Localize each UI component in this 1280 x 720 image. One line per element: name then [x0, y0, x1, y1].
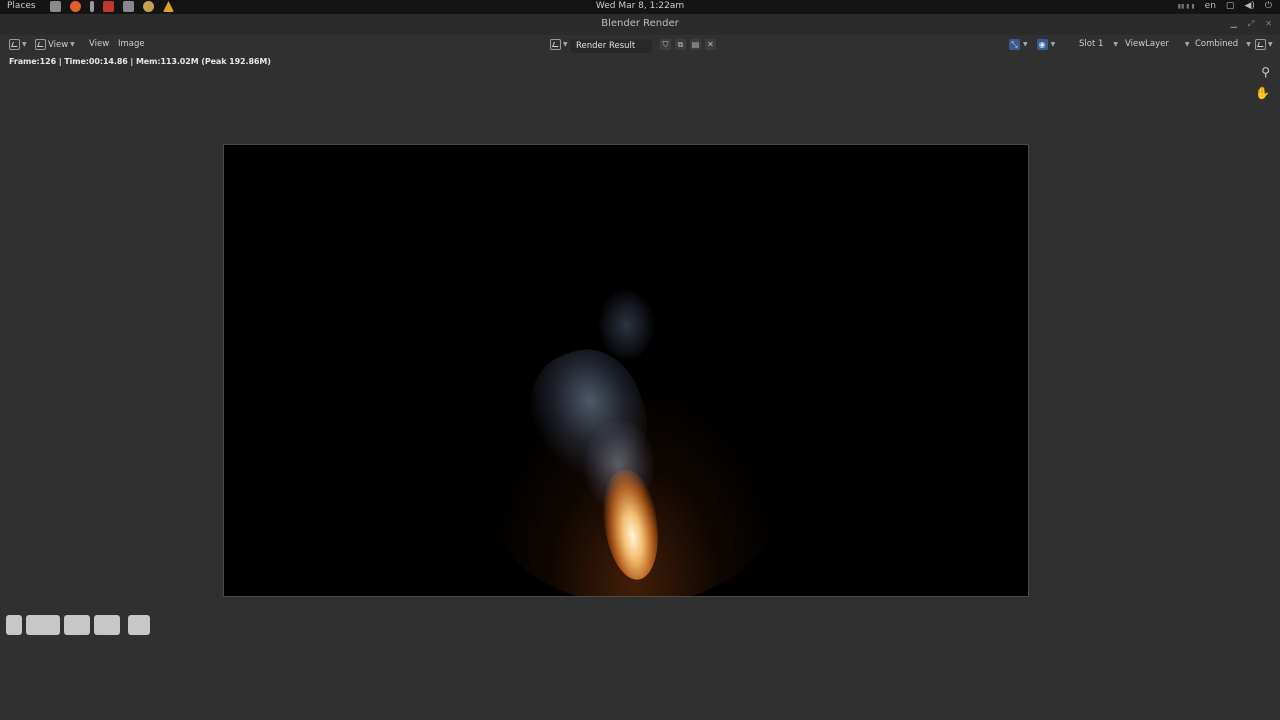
app-launcher-icon-3[interactable] — [90, 1, 94, 12]
image-name-field[interactable]: Render Result — [570, 39, 652, 53]
control-key-1[interactable] — [6, 615, 22, 635]
overlay-icon[interactable]: ◉ — [1036, 39, 1048, 50]
view-icon — [35, 39, 46, 50]
launcher-apps — [50, 1, 174, 12]
image-browse-icon — [550, 39, 561, 50]
smoke-top — [599, 290, 654, 360]
image-editor-header: ▼ View ▼ View Image ▼ Render Result ⛉ ⧉ … — [0, 35, 1280, 55]
power-icon[interactable]: ⏻ — [1265, 1, 1272, 11]
app-launcher-icon-5[interactable] — [123, 1, 134, 12]
chevron-down-icon: ▼ — [70, 41, 75, 48]
window-controls: ▁ ⤢ ✕ — [1231, 19, 1272, 29]
zoom-icon[interactable]: ⚲ — [1261, 65, 1270, 79]
image-editor-icon — [9, 39, 20, 50]
render-pass-label: Combined — [1195, 39, 1239, 49]
chevron-down-icon: ▼ — [1268, 41, 1273, 48]
control-key-2[interactable] — [26, 615, 60, 635]
volume-icon[interactable]: ◀) — [1244, 1, 1254, 11]
control-key-3[interactable] — [64, 615, 90, 635]
fake-user-shield-icon[interactable]: ⛉ — [660, 39, 671, 50]
vlc-icon[interactable] — [163, 1, 174, 12]
display-channels-icon — [1255, 39, 1266, 50]
image-menu[interactable]: Image — [118, 39, 145, 49]
app-launcher-icon-1[interactable] — [50, 1, 61, 12]
image-browse[interactable]: ▼ — [550, 39, 568, 50]
language-indicator[interactable]: en — [1205, 1, 1216, 11]
clock[interactable]: Wed Mar 8, 1:22am — [0, 1, 1280, 11]
app-launcher-icon-4[interactable] — [103, 1, 114, 12]
places-menu[interactable]: Places — [7, 1, 36, 11]
slot-label: Slot 1 — [1079, 39, 1104, 49]
window-titlebar: Blender Render ▁ ⤢ ✕ — [0, 14, 1280, 35]
chevron-down-icon: ▼ — [1023, 41, 1028, 48]
pan-hand-icon[interactable]: ✋ — [1255, 86, 1270, 100]
close-icon[interactable]: ✕ — [1265, 19, 1272, 29]
editor-type-selector[interactable]: ▼ — [9, 39, 27, 50]
open-folder-icon[interactable]: ▤ — [690, 39, 701, 50]
maximize-icon[interactable]: ⤢ — [1248, 19, 1254, 29]
control-key-5[interactable] — [128, 615, 150, 635]
system-tray: ▮▮ ▮ ▮ en ▢ ◀) ⏻ — [1178, 1, 1272, 11]
image-menu-label: Image — [118, 39, 145, 49]
bottom-left-controls — [6, 615, 150, 635]
new-image-icon[interactable]: ⧉ — [675, 39, 686, 50]
view-mode-dropdown[interactable]: View ▼ — [35, 39, 75, 50]
tool-toggles: ⤡ ▼ ◉ ▼ — [1009, 39, 1055, 50]
chevron-down-icon: ▼ — [1246, 40, 1251, 48]
chevron-down-icon: ▼ — [563, 41, 568, 48]
tray-indicator-icon[interactable]: ▮▮ ▮ ▮ — [1178, 3, 1195, 10]
minimize-icon[interactable]: ▁ — [1231, 19, 1237, 29]
system-top-bar: Places Wed Mar 8, 1:22am ▮▮ ▮ ▮ en ▢ ◀) … — [0, 0, 1280, 14]
sample-tool-icon[interactable]: ⤡ — [1009, 39, 1020, 50]
window-title: Blender Render — [601, 18, 679, 29]
render-pass-dropdown[interactable]: Combined ▼ — [1195, 39, 1251, 49]
view-mode-label: View — [48, 39, 69, 50]
chevron-down-icon: ▼ — [1113, 40, 1119, 48]
image-datablock-buttons: ⛉ ⧉ ▤ ✕ — [660, 39, 716, 50]
display-channels-dropdown[interactable]: ▼ — [1255, 39, 1273, 50]
render-result-field[interactable]: Render Result — [570, 39, 652, 53]
chevron-down-icon: ▼ — [22, 41, 27, 48]
slot-dropdown[interactable]: Slot 1 ▼ — [1079, 39, 1118, 49]
chevron-down-icon: ▼ — [1050, 41, 1056, 48]
firefox-icon[interactable] — [70, 1, 81, 12]
view-layer-dropdown[interactable]: ViewLayer ▼ — [1125, 39, 1190, 49]
blender-icon[interactable] — [143, 1, 154, 12]
view-layer-label: ViewLayer — [1125, 39, 1169, 49]
render-info-text: Frame:126 | Time:00:14.86 | Mem:113.02M … — [9, 57, 271, 66]
control-key-4[interactable] — [94, 615, 120, 635]
view-menu-label: View — [89, 39, 110, 49]
view-menu[interactable]: View — [89, 39, 109, 49]
chevron-down-icon: ▼ — [1184, 40, 1190, 48]
window-icon[interactable]: ▢ — [1226, 1, 1235, 11]
render-result-image[interactable] — [223, 144, 1029, 597]
unlink-close-icon[interactable]: ✕ — [705, 39, 716, 50]
